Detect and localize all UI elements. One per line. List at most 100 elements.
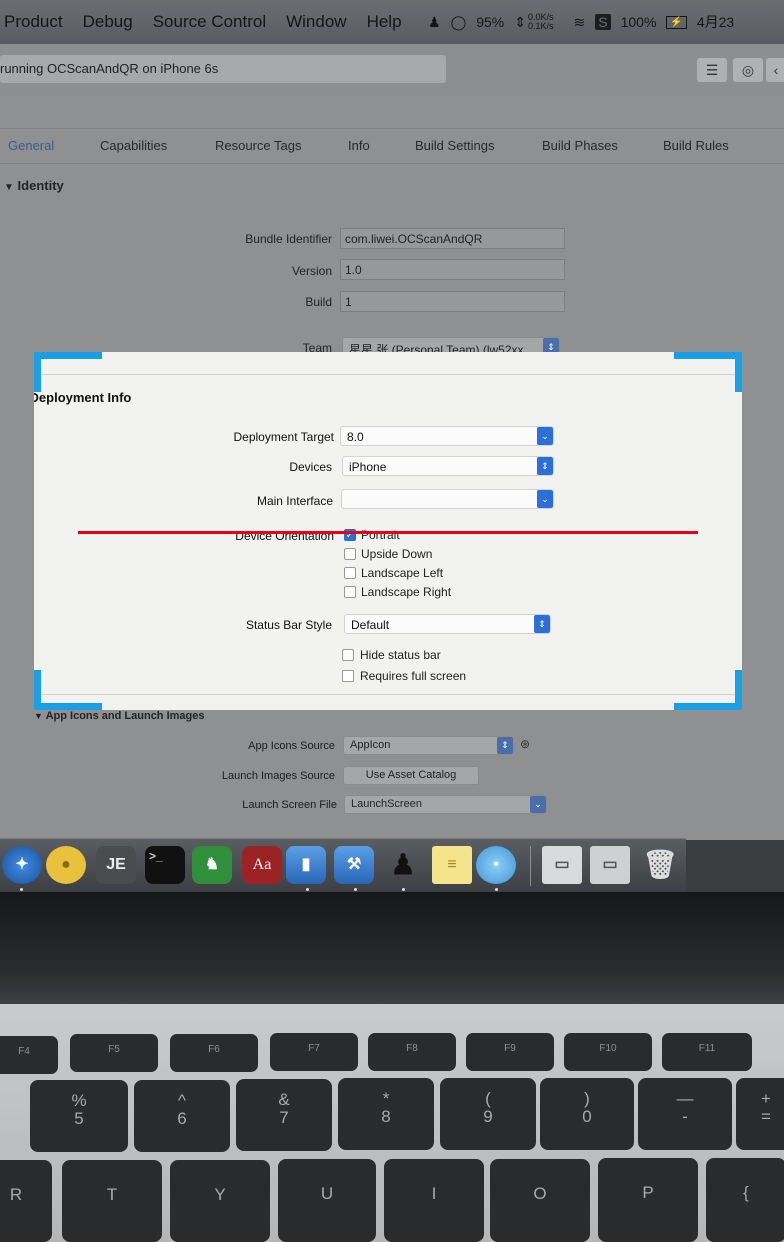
recent-window-icon[interactable]: ▭	[542, 846, 582, 884]
landscape-left-label: Landscape Left	[361, 566, 444, 580]
je-app-icon[interactable]: JE	[96, 846, 136, 884]
use-asset-catalog-button[interactable]: Use Asset Catalog	[343, 766, 479, 785]
menu-product[interactable]: Product	[4, 12, 63, 32]
upside-down-checkbox[interactable]	[344, 548, 356, 560]
app-icons-header[interactable]: ▼ App Icons and Launch Images	[34, 710, 205, 722]
notes-icon[interactable]: ≡	[432, 846, 472, 884]
safari-icon[interactable]: ✦	[2, 846, 42, 884]
bundle-id-field[interactable]: com.liwei.OCScanAndQR	[340, 228, 565, 249]
xcode-icon[interactable]: ⚒	[334, 846, 374, 884]
deployment-target-popup[interactable]: 8.0 ⌄	[340, 426, 554, 446]
battery-text: 100%	[620, 14, 657, 30]
chat-bubble-icon[interactable]: •	[476, 846, 516, 884]
tab-build-rules[interactable]: Build Rules	[663, 138, 729, 153]
f8-key[interactable]: F8	[368, 1033, 456, 1071]
key-8-shift: *	[382, 1089, 390, 1108]
tab-general[interactable]: General	[8, 138, 54, 153]
input-method-icon[interactable]: S	[595, 14, 611, 30]
key-6[interactable]: ^ 6	[134, 1080, 230, 1152]
deployment-target-label: Deployment Target	[233, 430, 335, 444]
key-left-brace[interactable]: {	[706, 1158, 784, 1242]
key-t[interactable]: T	[62, 1160, 162, 1242]
sequel-pro-icon[interactable]: ●	[46, 846, 86, 884]
venn-circles-icon: ◎	[741, 62, 755, 78]
version-label: Version	[291, 264, 332, 278]
key-o[interactable]: O	[490, 1159, 590, 1242]
menu-help[interactable]: Help	[367, 12, 402, 32]
f11-key[interactable]: F11	[662, 1033, 752, 1071]
f4-key[interactable]: F4	[0, 1036, 58, 1074]
tab-build-phases[interactable]: Build Phases	[542, 138, 618, 153]
menubar-date[interactable]: 4月23	[697, 12, 734, 32]
status-bar-style-popup[interactable]: Default ⇕	[344, 614, 551, 634]
build-field[interactable]: 1	[340, 291, 565, 312]
key-u[interactable]: U	[278, 1159, 376, 1242]
simulator-icon[interactable]: ▮	[286, 846, 326, 884]
qq-icon[interactable]: ♟	[383, 846, 423, 884]
wifi-icon[interactable]: ≋	[574, 14, 586, 31]
key-i[interactable]: I	[384, 1159, 484, 1242]
key-u-label: U	[320, 1184, 334, 1203]
upside-down-label: Upside Down	[361, 547, 433, 561]
version-field[interactable]: 1.0	[340, 259, 565, 280]
tab-resource-tags[interactable]: Resource Tags	[215, 138, 301, 153]
terminal-icon[interactable]: >_	[145, 846, 185, 884]
launch-screen-combo[interactable]: LaunchScreen ⌄	[344, 795, 547, 814]
version-editor-button[interactable]: ‹	[766, 58, 784, 82]
identity-section[interactable]: ▼ Identity	[4, 178, 64, 193]
battery-icon[interactable]: ⚡	[666, 15, 687, 29]
tab-info[interactable]: Info	[348, 138, 370, 153]
qq-status-icon[interactable]: ♟	[428, 14, 441, 31]
devices-popup[interactable]: iPhone ⇕	[342, 456, 554, 476]
key-6-shift: ^	[178, 1091, 186, 1110]
key-9[interactable]: (9	[440, 1078, 536, 1150]
f6-key[interactable]: F6	[170, 1034, 258, 1072]
key-equals[interactable]: + =	[736, 1078, 784, 1150]
trash-icon[interactable]: 🗑	[640, 846, 680, 884]
f10-key[interactable]: F10	[564, 1033, 652, 1071]
requires-full-screen-checkbox[interactable]	[342, 670, 354, 682]
launch-images-label: Launch Images Source	[221, 770, 335, 782]
key-r[interactable]: R	[0, 1160, 52, 1242]
disclosure-triangle-icon: ▼	[4, 182, 14, 193]
landscape-right-checkbox[interactable]	[344, 586, 356, 598]
scan-corner-bottom-right-vertical	[735, 670, 742, 710]
evernote-icon[interactable]: ♞	[192, 846, 232, 884]
hide-status-bar-checkbox[interactable]	[342, 649, 354, 661]
tab-build-settings[interactable]: Build Settings	[415, 138, 495, 153]
main-interface-combo[interactable]: ⌄	[341, 489, 554, 509]
f7-key[interactable]: F7	[270, 1033, 358, 1071]
screen-bezel	[0, 892, 784, 1004]
key-5[interactable]: % 5	[30, 1080, 128, 1152]
net-down-speed: 0.1K/s	[528, 21, 554, 31]
deployment-section[interactable]: ▼ Deployment Info	[34, 390, 131, 405]
ring-status-icon[interactable]: ◯	[451, 14, 467, 31]
key-o-label: O	[533, 1184, 547, 1203]
downloads-stack-icon[interactable]: ▭	[590, 846, 630, 884]
menu-source-control[interactable]: Source Control	[153, 12, 266, 32]
landscape-left-checkbox[interactable]	[344, 567, 356, 579]
tab-capabilities[interactable]: Capabilities	[100, 138, 167, 153]
app-icons-source-value: AppIcon	[350, 739, 391, 751]
go-arrow-icon[interactable]: ⊛	[520, 737, 530, 751]
app-icons-title: App Icons and Launch Images	[45, 710, 205, 722]
key-8[interactable]: * 8	[338, 1078, 434, 1150]
f9-key[interactable]: F9	[466, 1033, 554, 1071]
scan-corner-top-left	[34, 352, 102, 359]
launch-screen-label: Launch Screen File	[242, 799, 337, 811]
f5-key[interactable]: F5	[70, 1034, 158, 1072]
key-minus[interactable]: — -	[638, 1078, 732, 1150]
dictionary-icon[interactable]: Aa	[242, 846, 282, 884]
standard-editor-button[interactable]: ☰	[697, 58, 727, 82]
menu-debug[interactable]: Debug	[83, 12, 133, 32]
assistant-editor-button[interactable]: ◎	[733, 58, 763, 82]
menu-window[interactable]: Window	[286, 12, 346, 32]
key-p[interactable]: P	[598, 1158, 698, 1242]
key-7[interactable]: & 7	[236, 1079, 332, 1151]
key-y[interactable]: Y	[170, 1160, 270, 1242]
app-icons-source-popup[interactable]: AppIcon ⇕	[343, 736, 514, 755]
f5-label: F5	[108, 1044, 120, 1055]
running-indicator	[402, 888, 405, 891]
target-tabs: General Capabilities Resource Tags Info …	[0, 128, 784, 164]
key-0[interactable]: ) 0	[540, 1078, 634, 1150]
